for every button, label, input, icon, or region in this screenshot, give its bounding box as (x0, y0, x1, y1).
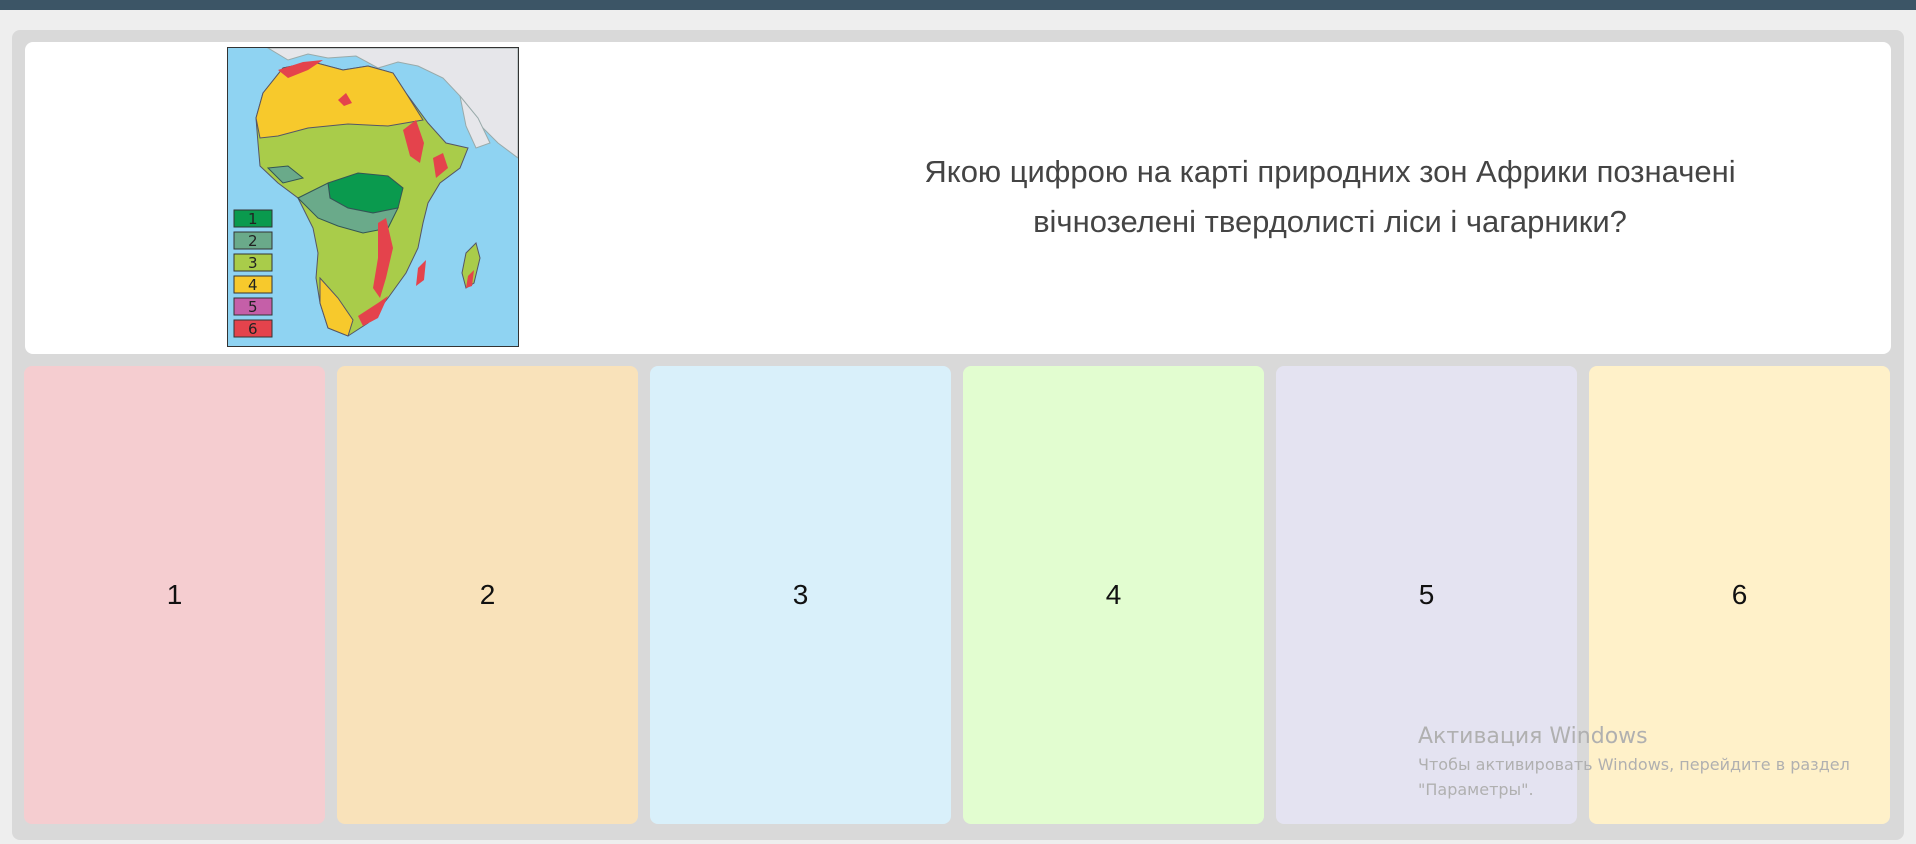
answer-option-3[interactable]: 3 (650, 366, 951, 824)
answer-label: 4 (1105, 579, 1122, 610)
answer-label: 6 (1731, 579, 1748, 610)
legend-label-3: 3 (248, 254, 258, 272)
legend-label-5: 5 (248, 298, 258, 316)
answer-options: 1 2 3 4 5 6 (24, 366, 1892, 824)
question-text: Якою цифрою на карті природних зон Африк… (840, 147, 1820, 247)
answer-option-1[interactable]: 1 (24, 366, 325, 824)
africa-map-image: 1 2 3 4 5 6 (227, 47, 519, 347)
legend-label-6: 6 (248, 320, 258, 338)
question-line-2: вічнозелені твердолисті ліси і чагарники… (1033, 204, 1627, 239)
answer-option-5[interactable]: 5 (1276, 366, 1577, 824)
answer-label: 1 (166, 579, 183, 610)
answer-option-4[interactable]: 4 (963, 366, 1264, 824)
answer-label: 3 (792, 579, 809, 610)
answer-label: 2 (479, 579, 496, 610)
answer-option-2[interactable]: 2 (337, 366, 638, 824)
question-line-1: Якою цифрою на карті природних зон Африк… (924, 154, 1736, 189)
answer-option-6[interactable]: 6 (1589, 366, 1890, 824)
legend-label-2: 2 (248, 232, 258, 250)
legend-label-1: 1 (248, 210, 258, 228)
answer-label: 5 (1418, 579, 1435, 610)
window-top-bar (0, 0, 1916, 10)
legend-label-4: 4 (248, 276, 258, 294)
